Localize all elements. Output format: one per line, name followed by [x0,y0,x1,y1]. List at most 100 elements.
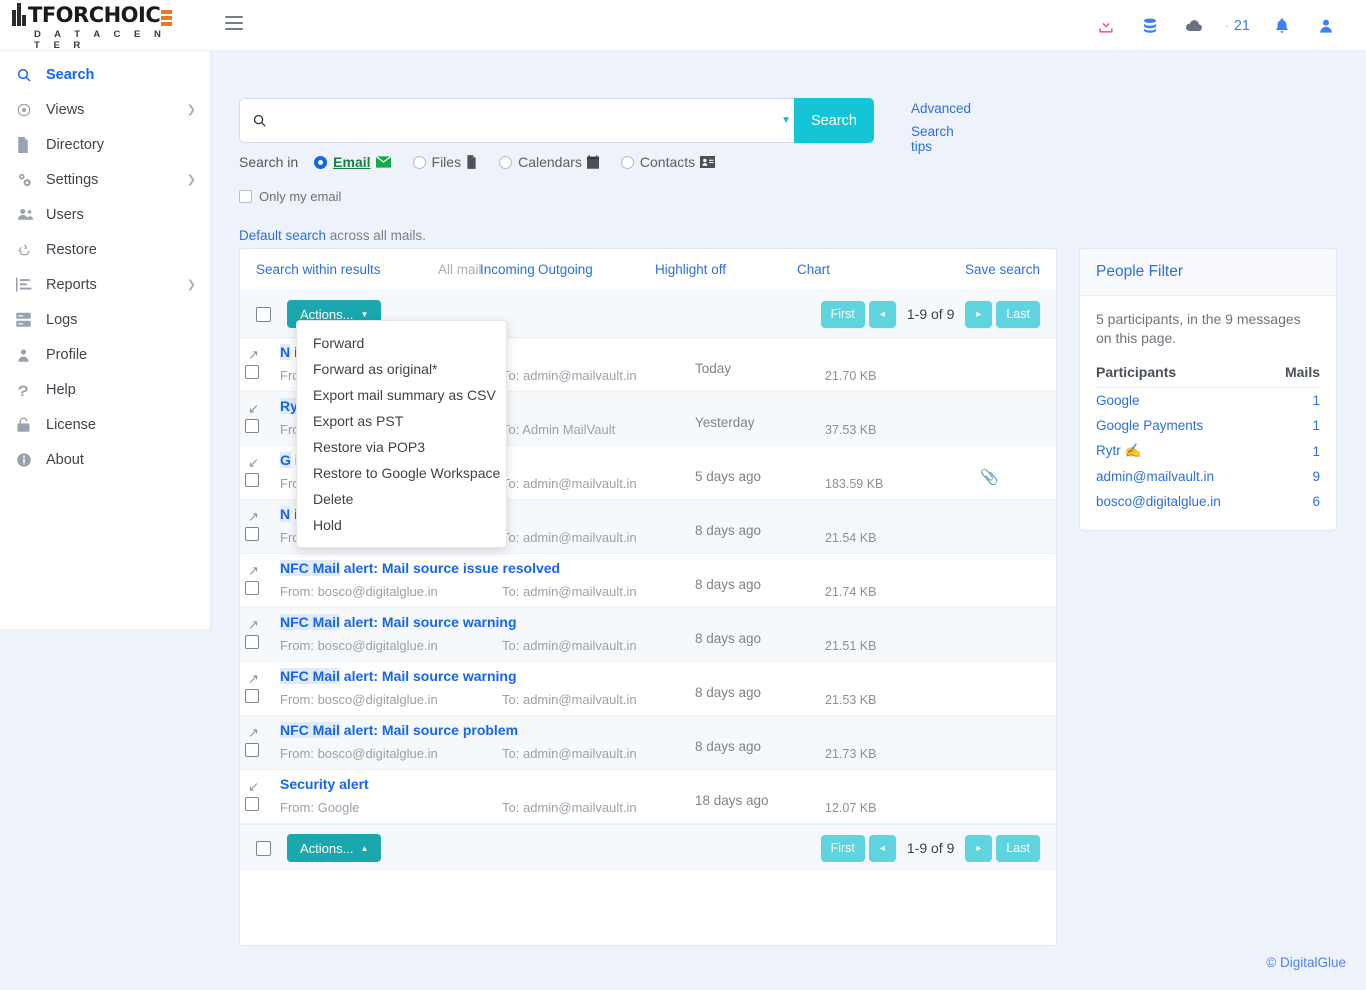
sidebar-item-settings[interactable]: Settings❯ [0,162,210,197]
advanced-link[interactable]: Advanced [911,101,971,116]
app-logo[interactable]: TFORCHOIC D A T A C E N T E R [12,4,172,48]
save-search-link[interactable]: Save search [965,262,1040,277]
message-checkbox[interactable] [245,635,259,649]
message-subject[interactable]: NFC Mail alert: Mail source warning [280,614,517,630]
message-checkbox[interactable] [245,581,259,595]
pager-first-top[interactable]: First [821,301,865,328]
sidebar-item-help[interactable]: Help [0,372,210,407]
actions-button-bottom[interactable]: Actions... ▲ [287,834,381,862]
cloud-icon[interactable] [1172,0,1216,51]
message-checkbox[interactable] [245,743,259,757]
select-all-checkbox-top[interactable] [256,307,271,322]
subject-rest: alert: Mail source issue resolved [344,560,560,576]
chevron-right-icon[interactable]: ❯ [187,173,196,186]
sidebar-item-license[interactable]: License [0,407,210,442]
actions-menu-item[interactable]: Forward as original* [297,356,506,382]
participant-name[interactable]: Google [1096,388,1271,414]
sidebar-item-logs[interactable]: Logs [0,302,210,337]
message-row[interactable]: ↗NFC Mail alert: Mail source problemFrom… [240,716,1056,770]
hamburger-icon[interactable] [225,16,243,30]
pager-next-bottom[interactable]: ▸ [965,835,992,862]
search-tips-link[interactable]: Search tips [911,124,971,154]
radio-calendars[interactable] [499,156,512,169]
message-checkbox[interactable] [245,473,259,487]
search-in-contacts[interactable]: Contacts [621,154,715,170]
participant-name[interactable]: bosco@digitalglue.in [1096,489,1271,514]
bell-icon[interactable] [1260,0,1304,51]
people-filter-title: People Filter [1096,263,1183,280]
actions-menu-item[interactable]: Export mail summary as CSV [297,382,506,408]
actions-dropdown-menu[interactable]: ForwardForward as original*Export mail s… [296,320,507,548]
participant-name[interactable]: Google Payments [1096,413,1271,438]
pager-prev-top[interactable]: ◂ [869,301,896,328]
highlight-toggle[interactable]: Highlight off [655,262,726,277]
message-checkbox[interactable] [245,797,259,811]
search-box[interactable]: ▼ [239,98,804,143]
actions-menu-item[interactable]: Delete [297,486,506,512]
radio-email[interactable] [314,156,327,169]
select-all-checkbox-bottom[interactable] [256,841,271,856]
sidebar-item-profile[interactable]: Profile [0,337,210,372]
sidebar-item-reports[interactable]: Reports❯ [0,267,210,302]
chevron-down-icon[interactable]: ▼ [781,115,791,126]
pager-last-top[interactable]: Last [996,301,1040,328]
search-in-files[interactable]: Files [413,154,478,170]
chevron-right-icon[interactable]: ❯ [187,103,196,116]
default-search-link[interactable]: Default search [239,228,326,243]
search-within-results-link[interactable]: Search within results [256,262,381,277]
actions-menu-item[interactable]: Forward [297,330,506,356]
message-checkbox[interactable] [245,689,259,703]
sidebar-item-views[interactable]: Views❯ [0,92,210,127]
message-subject[interactable]: NFC Mail alert: Mail source issue resolv… [280,560,560,576]
pager-last-bottom[interactable]: Last [996,835,1040,862]
actions-menu-item[interactable]: Export as PST [297,408,506,434]
sidebar-item-users[interactable]: Users [0,197,210,232]
chart-link[interactable]: Chart [797,262,830,277]
message-age: Today [695,361,731,376]
radio-files[interactable] [413,156,426,169]
message-subject[interactable]: NFC Mail alert: Mail source problem [280,722,518,738]
message-checkbox[interactable] [245,365,259,379]
database-icon[interactable] [1128,0,1172,51]
people-filter-row[interactable]: bosco@digitalglue.in6 [1096,489,1320,514]
sidebar-item-about[interactable]: About [0,442,210,477]
message-checkbox[interactable] [245,527,259,541]
only-my-email-checkbox[interactable] [239,190,252,203]
attachment-icon[interactable]: 📎 [980,468,999,486]
only-my-email-toggle[interactable]: Only my email [239,189,341,204]
people-filter-row[interactable]: Google Payments1 [1096,413,1320,438]
message-row[interactable]: ↗NFC Mail alert: Mail source warningFrom… [240,608,1056,662]
people-filter-row[interactable]: Google1 [1096,388,1320,414]
participant-name[interactable]: Rytr ✍️ [1096,438,1271,464]
download-icon[interactable] [1084,0,1128,51]
participant-name[interactable]: admin@mailvault.in [1096,464,1271,489]
pager-next-top[interactable]: ▸ [965,301,992,328]
filter-incoming[interactable]: Incoming [480,262,535,277]
search-in-email[interactable]: Email [314,154,390,170]
message-row[interactable]: ↗NFC Mail alert: Mail source issue resol… [240,554,1056,608]
pager-prev-bottom[interactable]: ◂ [869,835,896,862]
message-row[interactable]: ↗NFC Mail alert: Mail source warningFrom… [240,662,1056,716]
sidebar-item-restore[interactable]: Restore [0,232,210,267]
filter-all-mail[interactable]: All mail [438,262,482,277]
search-button[interactable]: Search [794,98,874,143]
message-subject[interactable]: NFC Mail alert: Mail source warning [280,668,517,684]
pager-first-bottom[interactable]: First [821,835,865,862]
actions-menu-item[interactable]: Hold [297,512,506,538]
sidebar-item-search[interactable]: Search [0,57,210,92]
people-filter-row[interactable]: admin@mailvault.in9 [1096,464,1320,489]
message-checkbox[interactable] [245,419,259,433]
chevron-right-icon[interactable]: ❯ [187,278,196,291]
radio-contacts[interactable] [621,156,634,169]
user-icon[interactable] [1304,0,1348,51]
message-row[interactable]: ↙Security alertFrom: GoogleTo: admin@mai… [240,770,1056,824]
actions-menu-item[interactable]: Restore to Google Workspace [297,460,506,486]
mail-notifications[interactable]: 21 [1216,0,1260,51]
people-filter-row[interactable]: Rytr ✍️1 [1096,438,1320,464]
filter-outgoing[interactable]: Outgoing [538,262,593,277]
sidebar-item-directory[interactable]: Directory [0,127,210,162]
actions-menu-item[interactable]: Restore via POP3 [297,434,506,460]
search-in-calendars[interactable]: Calendars [499,154,599,170]
search-input[interactable] [277,112,775,130]
message-subject[interactable]: Security alert [280,776,369,792]
